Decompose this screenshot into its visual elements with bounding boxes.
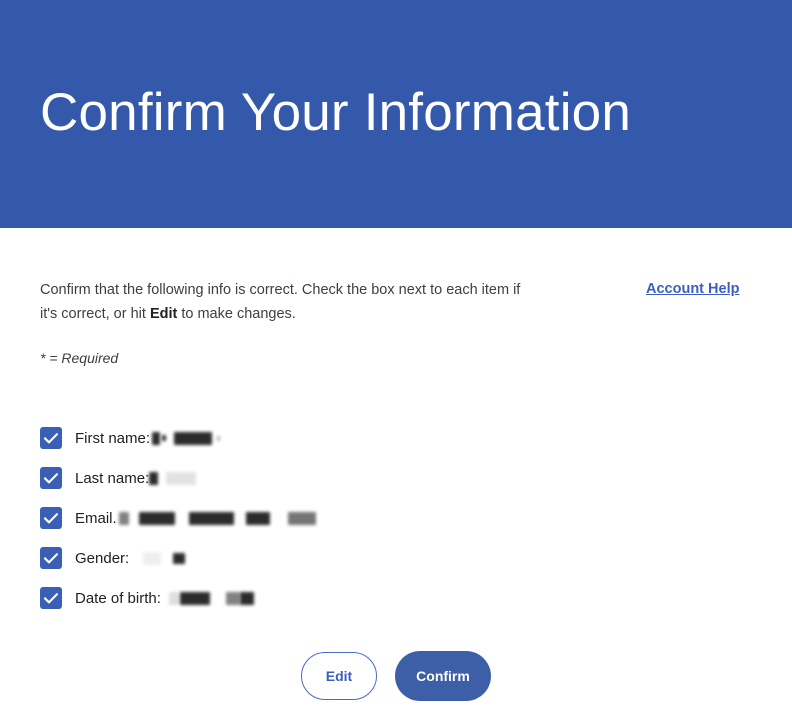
required-note: * = Required: [40, 350, 119, 366]
redacted-value-last-name: [149, 471, 197, 486]
checkmark-icon: [44, 472, 58, 483]
list-item: Email.: [40, 498, 600, 538]
checkmark-icon: [44, 432, 58, 443]
checkbox-date-of-birth[interactable]: [40, 587, 62, 609]
checkbox-first-name[interactable]: [40, 427, 62, 449]
checkmark-icon: [44, 552, 58, 563]
label-email: Email.: [75, 509, 117, 527]
header-banner: Confirm Your Information: [0, 0, 792, 228]
content-area: Confirm that the following info is corre…: [0, 228, 792, 720]
checkbox-gender[interactable]: [40, 547, 62, 569]
checkmark-icon: [44, 512, 58, 523]
redacted-value-date-of-birth: [163, 591, 254, 606]
confirmation-checklist: First name: Last name: Email. Gender: Da…: [40, 418, 600, 618]
list-item: First name:: [40, 418, 600, 458]
label-first-name: First name:: [75, 429, 151, 447]
redacted-value-email: [118, 511, 316, 526]
label-date-of-birth: Date of birth:: [75, 589, 161, 607]
list-item: Date of birth:: [40, 578, 600, 618]
redacted-value-gender: [131, 551, 186, 566]
edit-button[interactable]: Edit: [301, 652, 377, 700]
page-title: Confirm Your Information: [40, 83, 632, 142]
intro-text: Confirm that the following info is corre…: [40, 278, 540, 326]
redacted-value-first-name: [152, 431, 221, 446]
intro-edit-emphasis: Edit: [149, 306, 178, 322]
label-gender: Gender:: [75, 549, 130, 567]
action-buttons: Edit Confirm: [0, 651, 792, 701]
list-item: Gender:: [40, 538, 600, 578]
account-help-link[interactable]: Account Help: [646, 281, 739, 297]
intro-text-part2: to make changes.: [177, 306, 296, 322]
label-last-name: Last name:: [75, 469, 150, 487]
list-item: Last name:: [40, 458, 600, 498]
checkbox-last-name[interactable]: [40, 467, 62, 489]
confirm-button[interactable]: Confirm: [395, 651, 491, 701]
checkmark-icon: [44, 592, 58, 603]
envelope-at-icon: [58, 0, 168, 36]
checkbox-email[interactable]: [40, 507, 62, 529]
